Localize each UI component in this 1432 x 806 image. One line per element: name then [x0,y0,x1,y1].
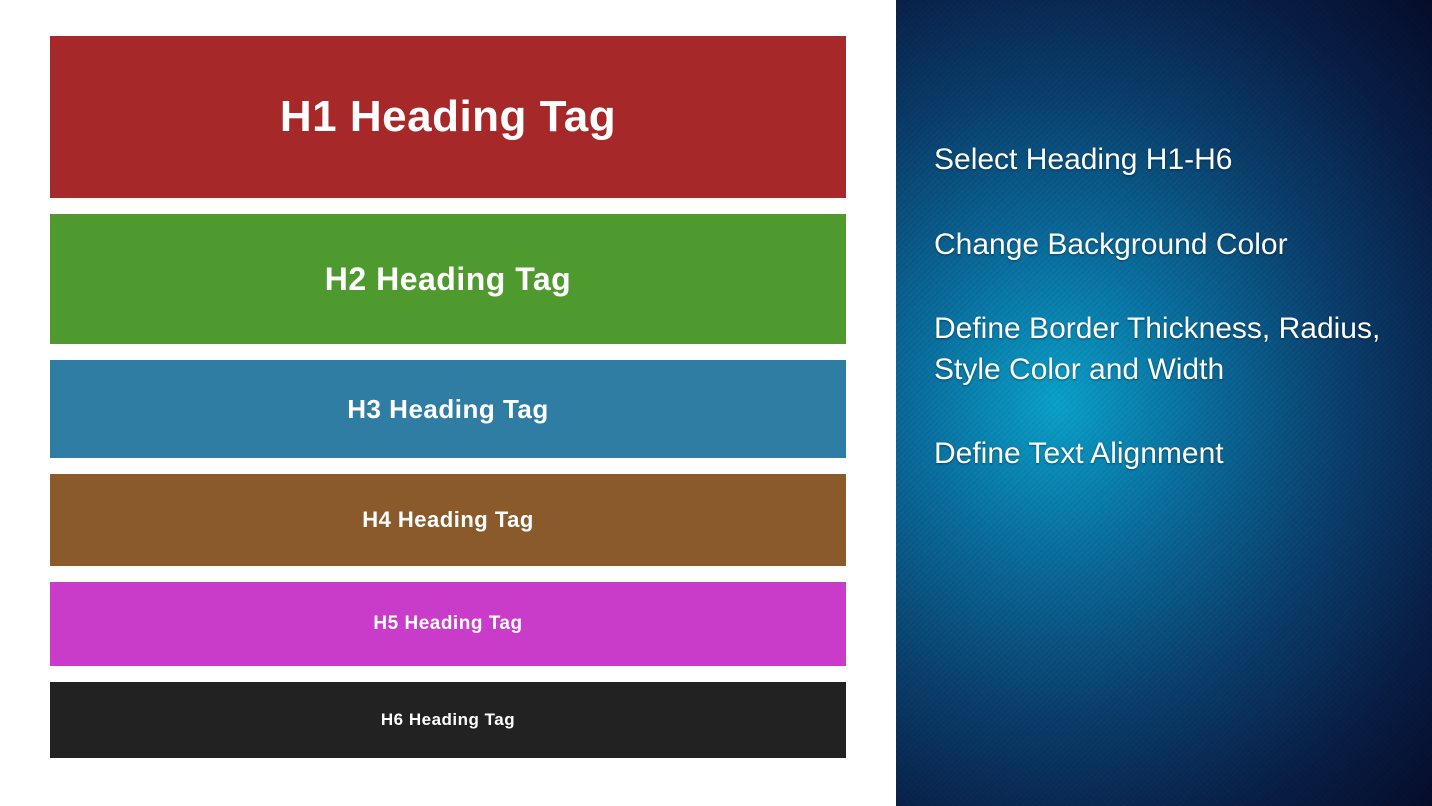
h1-heading-bar: H1 Heading Tag [50,36,846,198]
feature-list-panel: Select Heading H1-H6 Change Background C… [896,0,1432,806]
feature-change-bg-color: Change Background Color [934,225,1400,266]
h5-heading-bar: H5 Heading Tag [50,582,846,666]
feature-text-alignment: Define Text Alignment [934,434,1400,475]
h2-heading-bar: H2 Heading Tag [50,214,846,344]
feature-define-border: Define Border Thickness, Radius, Style C… [934,309,1400,390]
h3-heading-bar: H3 Heading Tag [50,360,846,458]
h6-heading-bar: H6 Heading Tag [50,682,846,758]
heading-demo-panel: H1 Heading Tag H2 Heading Tag H3 Heading… [0,0,896,806]
feature-select-heading: Select Heading H1-H6 [934,140,1400,181]
h4-heading-bar: H4 Heading Tag [50,474,846,566]
